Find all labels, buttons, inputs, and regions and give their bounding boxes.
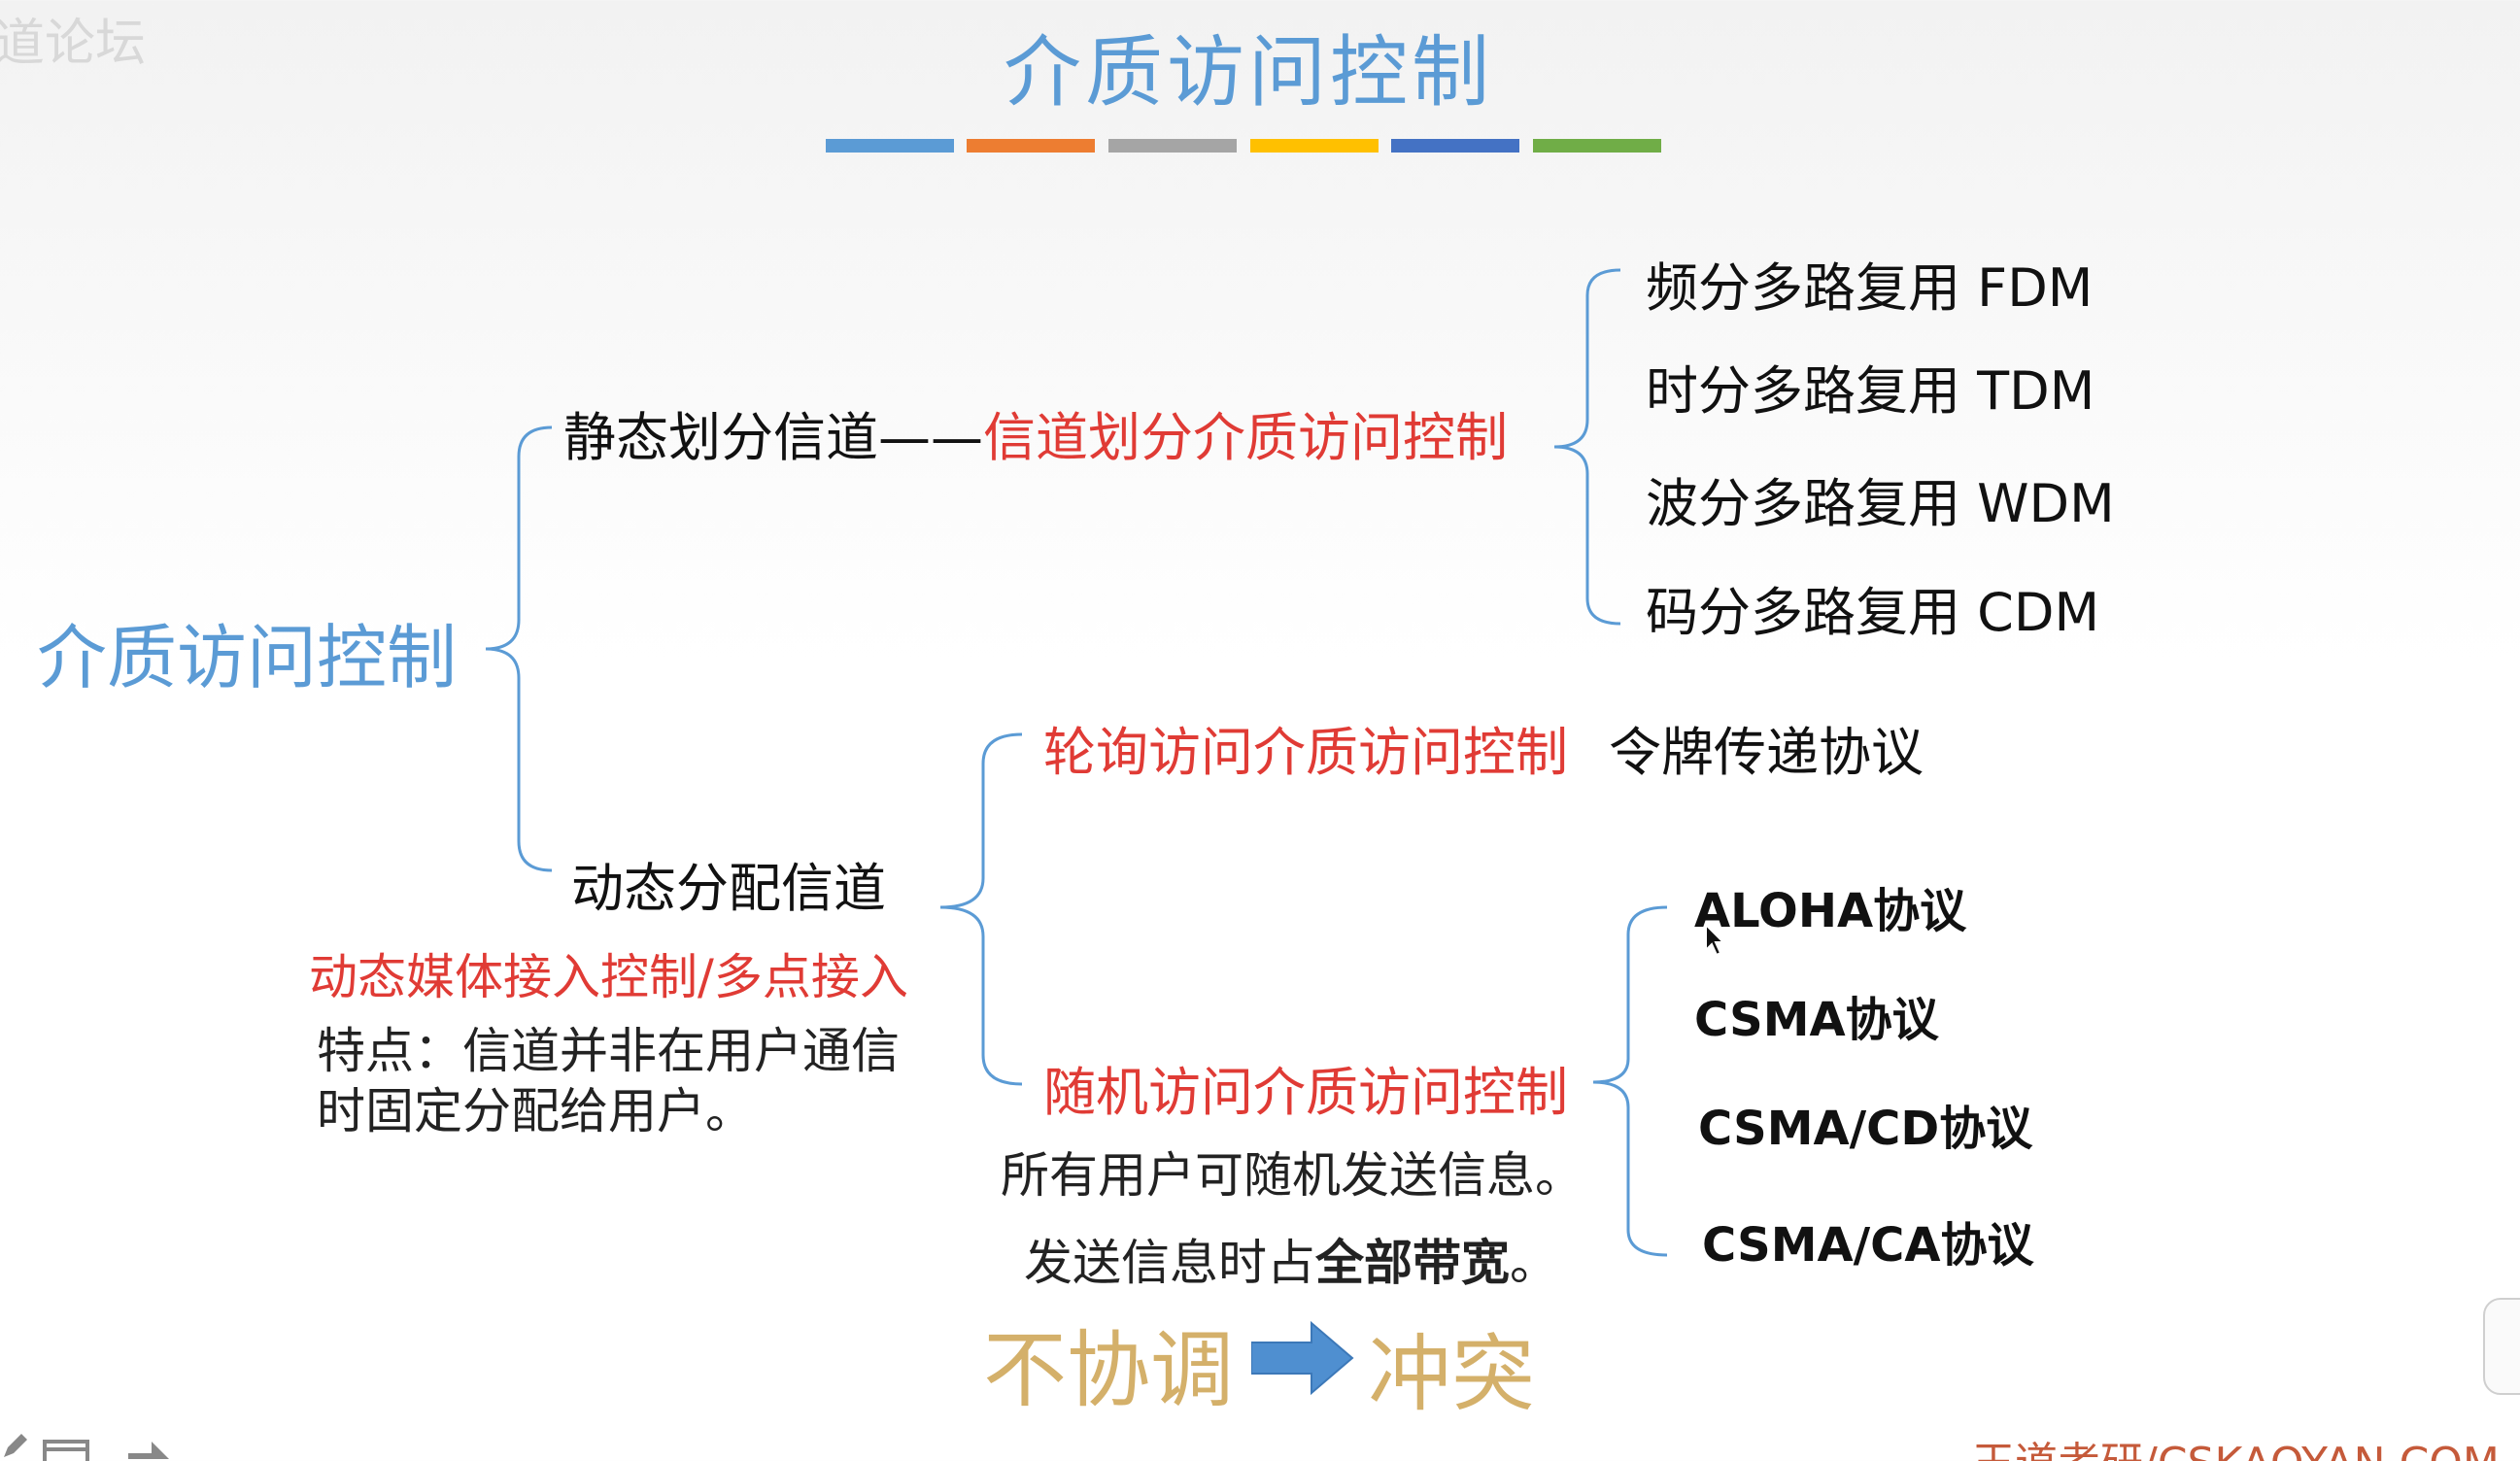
pen-icon[interactable] xyxy=(0,1432,29,1461)
dynamic-bracket xyxy=(939,732,1023,1086)
next-arrow-icon[interactable] xyxy=(124,1434,173,1461)
polling-node: 轮询访问介质访问控制 xyxy=(1043,722,1568,783)
random-note-line1: 所有用户可随机发送信息。 xyxy=(1001,1147,1584,1204)
random-child-aloha: ALOHA协议 xyxy=(1694,884,1967,938)
random-note-line2-prefix: 发送信息时占 xyxy=(1024,1235,1315,1291)
dynamic-note-line2: 时固定分配给用户。 xyxy=(317,1083,754,1139)
static-child-tdm: 时分多路复用 TDM xyxy=(1646,360,2095,422)
dynamic-alias: 动态媒体接入控制/多点接入 xyxy=(309,949,908,1005)
random-note-line2: 发送信息时占全部带宽。 xyxy=(1024,1224,1558,1294)
side-panel-handle[interactable] xyxy=(2483,1298,2520,1395)
static-child-wdm: 波分多路复用 WDM xyxy=(1646,473,2115,534)
static-node-red-label: 信道划分介质访问控制 xyxy=(983,407,1508,468)
root-node: 介质访问控制 xyxy=(37,617,458,698)
static-node: 静态划分信道——信道划分介质访问控制 xyxy=(563,394,1508,471)
random-node: 随机访问介质访问控制 xyxy=(1043,1062,1568,1123)
conclusion-left: 不协调 xyxy=(983,1322,1234,1419)
static-bracket xyxy=(1553,268,1621,626)
static-child-cdm: 码分多路复用 CDM xyxy=(1646,582,2100,643)
static-child-fdm: 频分多路复用 FDM xyxy=(1646,257,2094,319)
mouse-cursor-icon xyxy=(1705,923,1726,957)
polling-child-token: 令牌传递协议 xyxy=(1609,722,1924,783)
random-bracket xyxy=(1592,905,1668,1257)
footer-brand: 王道考研/CSKAOYAN.COM xyxy=(1972,1428,2500,1461)
root-bracket xyxy=(485,425,553,872)
right-arrow-icon xyxy=(1251,1320,1354,1396)
random-note-line2-bold: 全部带宽 xyxy=(1315,1235,1510,1291)
random-child-csma: CSMA协议 xyxy=(1694,993,1939,1047)
slide-menu-icon[interactable] xyxy=(43,1438,91,1461)
random-note-line2-suffix: 。 xyxy=(1510,1235,1558,1291)
random-child-csma-ca: CSMA/CA协议 xyxy=(1702,1218,2034,1273)
conclusion-right: 冲突 xyxy=(1368,1326,1535,1423)
static-node-label: 静态划分信道—— xyxy=(563,407,983,468)
dynamic-node: 动态分配信道 xyxy=(571,858,886,919)
random-child-csma-cd: CSMA/CD协议 xyxy=(1698,1102,2033,1156)
